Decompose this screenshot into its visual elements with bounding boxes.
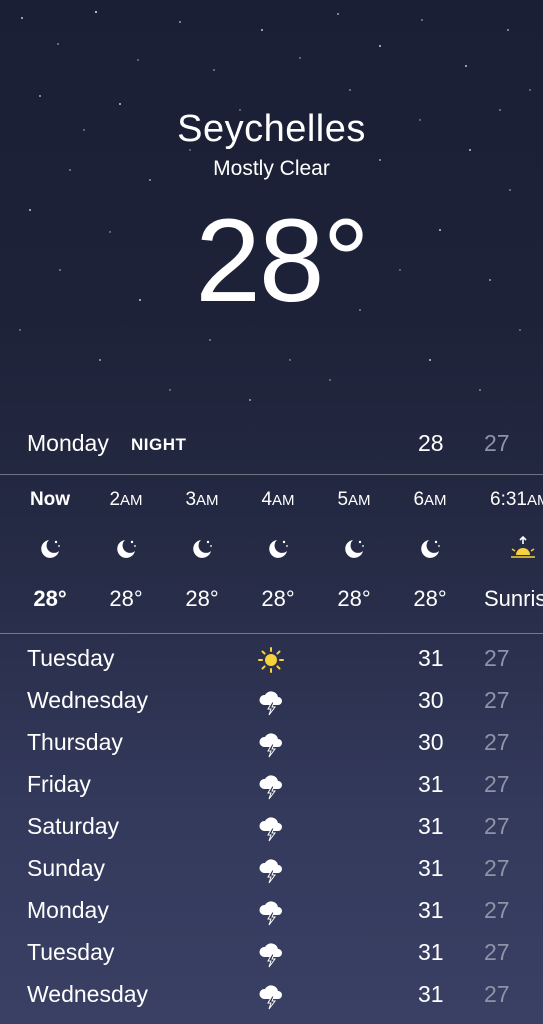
day-high-temp: 31 [418,981,444,1007]
day-name: Wednesday [27,981,149,1007]
thunderstorm-icon [256,687,286,717]
day-high-temp: 31 [418,645,444,671]
thunderstorm-icon [256,729,286,759]
daily-forecast-list[interactable]: Tuesday 31 27 Wednesday 30 27 Thursday 3… [0,638,543,1016]
daily-row: Thursday 30 27 [0,722,543,764]
moon-stars-icon [390,524,470,574]
hour-label: 6AM [413,489,447,510]
hour-temp: 28° [337,586,371,611]
hour-label: 4AM [261,489,295,510]
hour-label: 6:31AM [490,489,543,510]
sun-icon [256,645,286,675]
day-name: Tuesday [27,939,115,965]
day-name: Wednesday [27,687,149,713]
sunrise-label: Sunrise [484,586,543,611]
day-high-temp: 31 [418,897,444,923]
day-high-temp: 31 [418,771,444,797]
hour-temp: 28° [413,586,447,611]
hour-temp: 28° [109,586,143,611]
day-high-temp: 31 [418,813,444,839]
daily-row: Saturday 31 27 [0,806,543,848]
city-name: Seychelles [177,108,366,150]
hour-label: 2AM [109,489,143,510]
day-name: Sunday [27,855,106,881]
day-name: Saturday [27,813,120,839]
moon-stars-icon [162,524,242,574]
hour-label: 3AM [185,489,219,510]
day-high-temp: 30 [418,687,444,713]
thunderstorm-icon [256,855,286,885]
weather-condition: Mostly Clear [213,157,330,180]
moon-stars-icon [10,524,90,574]
daily-row: Sunday 31 27 [0,848,543,890]
thunderstorm-icon [256,981,286,1011]
location-header: Seychelles Mostly Clear [0,105,543,183]
day-low-temp: 27 [484,939,510,965]
today-low-temp: 27 [484,430,510,456]
day-low-temp: 27 [484,771,510,797]
moon-stars-icon [238,524,318,574]
day-low-temp: 27 [484,981,510,1007]
divider [0,633,543,634]
hourly-item: 6:31AM Sunrise [484,476,543,624]
hourly-item: 6AM 28° [390,476,470,624]
day-low-temp: 27 [484,687,510,713]
daily-row: Wednesday 30 27 [0,680,543,722]
today-day-name: Monday [27,430,109,456]
daily-row: Wednesday 31 27 [0,974,543,1016]
hourly-forecast-strip[interactable]: Now 28° 2AM 28° 3AM 28° 4AM 28° 5AM 28° … [0,476,543,632]
current-temperature: 28° [195,195,369,327]
divider [0,474,543,475]
day-high-temp: 30 [418,729,444,755]
day-name: Tuesday [27,645,115,671]
day-low-temp: 27 [484,645,510,671]
day-low-temp: 27 [484,813,510,839]
hourly-item: Now 28° [10,476,90,624]
hour-label: Now [29,489,71,510]
daily-row: Monday 31 27 [0,890,543,932]
thunderstorm-icon [256,813,286,843]
hourly-item: 5AM 28° [314,476,394,624]
day-low-temp: 27 [484,897,510,923]
day-low-temp: 27 [484,729,510,755]
hour-temp: 28° [261,586,295,611]
day-name: Friday [27,771,91,797]
today-high-temp: 28 [418,430,444,456]
thunderstorm-icon [256,939,286,969]
moon-stars-icon [314,524,394,574]
thunderstorm-icon [256,897,286,927]
daily-row: Friday 31 27 [0,764,543,806]
hourly-item: 2AM 28° [86,476,166,624]
daily-row: Tuesday 31 27 [0,638,543,680]
hour-label: 5AM [337,489,371,510]
hour-temp: 28° [33,586,67,611]
today-summary-row: Monday NIGHT 28 27 [0,422,543,466]
hour-temp: 28° [185,586,219,611]
day-name: Monday [27,897,109,923]
thunderstorm-icon [256,771,286,801]
day-high-temp: 31 [418,939,444,965]
day-high-temp: 31 [418,855,444,881]
daily-row: Tuesday 31 27 [0,932,543,974]
day-name: Thursday [27,729,123,755]
today-period-label: NIGHT [131,435,187,454]
hourly-item: 3AM 28° [162,476,242,624]
day-low-temp: 27 [484,855,510,881]
moon-stars-icon [86,524,166,574]
sunrise-icon [484,524,543,574]
hourly-item: 4AM 28° [238,476,318,624]
